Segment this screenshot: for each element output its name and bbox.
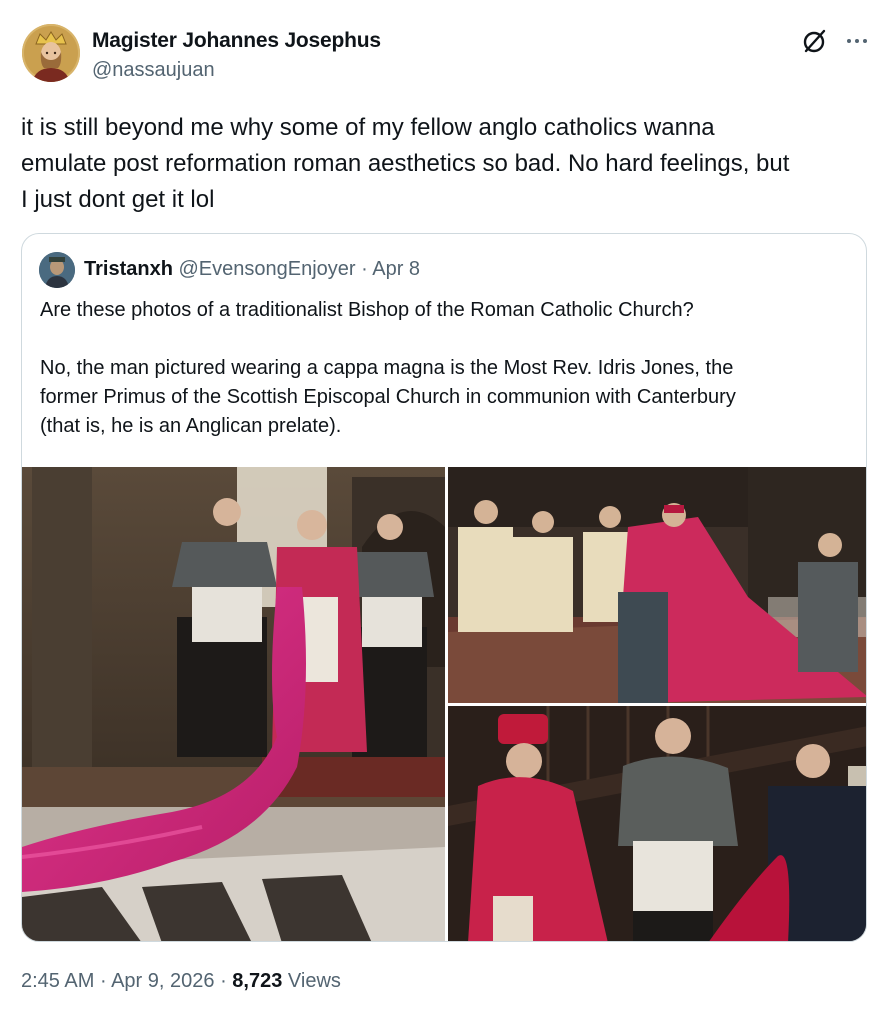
quoted-text-line: former Primus of the Scottish Episcopal … bbox=[40, 386, 736, 408]
photo-grid bbox=[22, 467, 866, 941]
quoted-author-avatar[interactable] bbox=[39, 252, 75, 288]
more-icon[interactable] bbox=[842, 26, 872, 56]
quoted-author-handle[interactable]: @EvensongEnjoyer bbox=[178, 258, 355, 280]
quoted-text-line: No, the man pictured wearing a cappa mag… bbox=[40, 357, 734, 379]
meta-separator: · bbox=[361, 258, 368, 280]
views-count: 8,723 bbox=[232, 970, 283, 992]
post-time[interactable]: 2:45 AM bbox=[21, 970, 94, 992]
post-text-line: I just dont get it lol bbox=[21, 186, 215, 213]
quoted-paragraph: No, the man pictured wearing a cappa mag… bbox=[40, 354, 860, 441]
quoted-text-line: (that is, he is an Anglican prelate). bbox=[40, 415, 342, 437]
quoted-author-name[interactable]: Tristanxh bbox=[84, 258, 173, 280]
footer-separator: · bbox=[99, 970, 107, 992]
post-date[interactable]: Apr 9, 2026 bbox=[111, 970, 214, 992]
quoted-post-text: Are these photos of a traditionalist Bis… bbox=[40, 296, 860, 441]
footer-separator: · bbox=[220, 970, 227, 992]
photo-bishop-kneeling-sanctuary[interactable] bbox=[448, 467, 866, 703]
author-handle[interactable]: @nassaujuan bbox=[92, 59, 215, 82]
grok-icon[interactable] bbox=[800, 26, 830, 56]
author-avatar[interactable] bbox=[22, 24, 80, 82]
post-footer: 2:45 AM · Apr 9, 2026 · 8,723 Views bbox=[21, 970, 341, 993]
photo-procession-stairs[interactable] bbox=[448, 706, 866, 941]
quoted-paragraph: Are these photos of a traditionalist Bis… bbox=[40, 299, 694, 321]
author-name[interactable]: Magister Johannes Josephus bbox=[92, 29, 381, 53]
quoted-post-card[interactable]: Tristanxh @EvensongEnjoyer · Apr 8 Are t… bbox=[21, 233, 867, 942]
views-label: Views bbox=[287, 970, 341, 992]
post-text-line: emulate post reformation roman aesthetic… bbox=[21, 150, 790, 177]
post-header: Magister Johannes Josephus @nassaujuan bbox=[22, 24, 868, 86]
post-text-line: it is still beyond me why some of my fel… bbox=[21, 114, 715, 141]
post-text: it is still beyond me why some of my fel… bbox=[21, 110, 871, 218]
quoted-post-meta: Tristanxh @EvensongEnjoyer · Apr 8 bbox=[84, 258, 420, 281]
quoted-post-date[interactable]: Apr 8 bbox=[372, 258, 420, 280]
photo-bishop-cappa-magna-altar[interactable] bbox=[22, 467, 445, 941]
